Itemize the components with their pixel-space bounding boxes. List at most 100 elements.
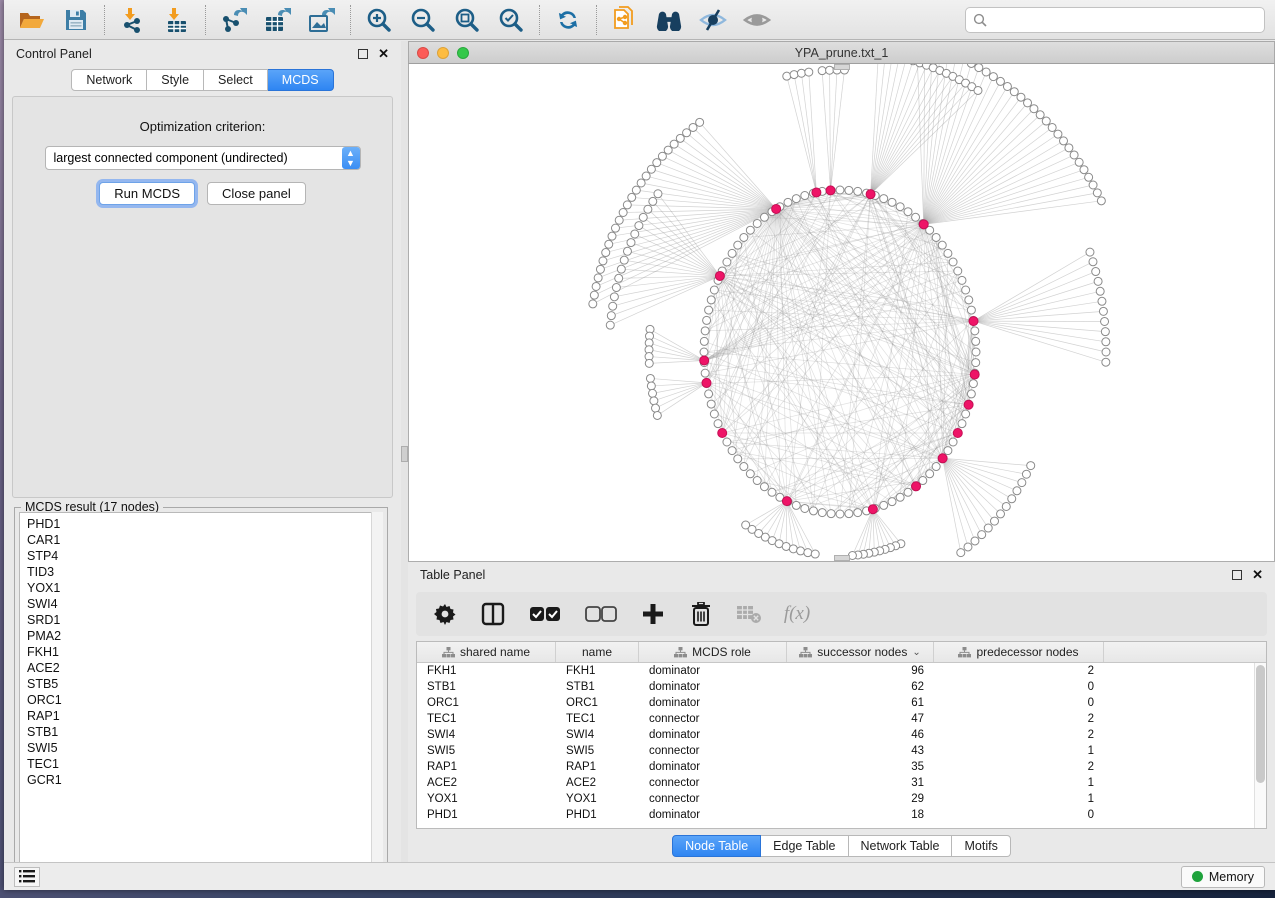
table-cell[interactable]: TEC1 bbox=[417, 713, 556, 725]
table-cell[interactable]: 2 bbox=[934, 729, 1104, 741]
network-node[interactable] bbox=[635, 222, 643, 230]
mcds-result-item[interactable]: PHD1 bbox=[27, 516, 382, 532]
tab-network[interactable]: Network bbox=[71, 69, 147, 91]
network-node[interactable] bbox=[845, 510, 853, 518]
mcds-hub-node[interactable] bbox=[866, 190, 875, 199]
table-cell[interactable]: 2 bbox=[934, 665, 1104, 677]
network-node[interactable] bbox=[1093, 189, 1101, 197]
network-node[interactable] bbox=[790, 71, 798, 79]
network-node[interactable] bbox=[608, 232, 616, 240]
network-node[interactable] bbox=[982, 68, 990, 76]
network-node[interactable] bbox=[904, 488, 912, 496]
network-node[interactable] bbox=[649, 389, 657, 397]
select-all-rows-icon[interactable] bbox=[528, 601, 562, 627]
network-node[interactable] bbox=[710, 410, 718, 418]
network-node[interactable] bbox=[1089, 258, 1097, 266]
network-node[interactable] bbox=[1030, 105, 1038, 113]
network-node[interactable] bbox=[967, 64, 975, 67]
network-node[interactable] bbox=[971, 327, 979, 335]
network-node[interactable] bbox=[599, 257, 607, 265]
network-node[interactable] bbox=[801, 504, 809, 512]
network-node[interactable] bbox=[609, 302, 617, 310]
network-node[interactable] bbox=[1099, 307, 1107, 315]
tab-motifs[interactable]: Motifs bbox=[952, 835, 1010, 857]
network-node[interactable] bbox=[607, 312, 615, 320]
table-cell[interactable]: connector bbox=[639, 745, 787, 757]
network-node[interactable] bbox=[818, 67, 826, 75]
tab-select[interactable]: Select bbox=[204, 69, 268, 91]
network-node[interactable] bbox=[1075, 158, 1083, 166]
network-node[interactable] bbox=[615, 274, 623, 282]
network-node[interactable] bbox=[984, 524, 992, 532]
table-cell[interactable]: TEC1 bbox=[556, 713, 639, 725]
mcds-result-item[interactable]: STP4 bbox=[27, 548, 382, 564]
table-cell[interactable]: dominator bbox=[639, 761, 787, 773]
mcds-hub-node[interactable] bbox=[715, 271, 724, 280]
import-table-icon[interactable] bbox=[163, 6, 191, 34]
network-node[interactable] bbox=[854, 187, 862, 195]
network-node[interactable] bbox=[1027, 462, 1035, 470]
close-panel-button[interactable]: Close panel bbox=[207, 182, 306, 205]
table-cell[interactable]: ACE2 bbox=[556, 777, 639, 789]
bottom-splitter-grip[interactable] bbox=[834, 555, 850, 561]
network-node[interactable] bbox=[753, 219, 761, 227]
save-session-icon[interactable] bbox=[62, 6, 90, 34]
network-node[interactable] bbox=[1048, 123, 1056, 131]
network-node[interactable] bbox=[658, 152, 666, 160]
network-node[interactable] bbox=[606, 321, 614, 329]
network-node[interactable] bbox=[1065, 144, 1073, 152]
network-node[interactable] bbox=[972, 359, 980, 367]
network-node[interactable] bbox=[944, 447, 952, 455]
table-row[interactable]: TEC1TEC1connector472 bbox=[417, 711, 1266, 727]
mcds-result-item[interactable]: PMA2 bbox=[27, 628, 382, 644]
network-node[interactable] bbox=[1024, 99, 1032, 107]
network-node[interactable] bbox=[1092, 268, 1100, 276]
network-node[interactable] bbox=[997, 510, 1005, 518]
network-node[interactable] bbox=[836, 186, 844, 194]
tab-edge-table[interactable]: Edge Table bbox=[761, 835, 848, 857]
network-node[interactable] bbox=[707, 400, 715, 408]
table-cell[interactable]: 46 bbox=[787, 729, 934, 741]
network-node[interactable] bbox=[972, 348, 980, 356]
network-node[interactable] bbox=[932, 463, 940, 471]
network-node[interactable] bbox=[1054, 130, 1062, 138]
table-row[interactable]: PHD1PHD1dominator180 bbox=[417, 807, 1266, 823]
network-node[interactable] bbox=[632, 186, 640, 194]
table-row[interactable]: RAP1RAP1dominator352 bbox=[417, 759, 1266, 775]
table-cell[interactable]: PHD1 bbox=[417, 809, 556, 821]
network-node[interactable] bbox=[642, 172, 650, 180]
table-cell[interactable]: STB1 bbox=[556, 681, 639, 693]
network-node[interactable] bbox=[768, 488, 776, 496]
export-network-icon[interactable] bbox=[220, 6, 248, 34]
table-cell[interactable]: RAP1 bbox=[556, 761, 639, 773]
table-cell[interactable]: ACE2 bbox=[417, 777, 556, 789]
table-cell[interactable]: connector bbox=[639, 793, 787, 805]
network-node[interactable] bbox=[792, 501, 800, 509]
network-node[interactable] bbox=[1036, 111, 1044, 119]
network-node[interactable] bbox=[880, 195, 888, 203]
splitter-grip[interactable] bbox=[401, 446, 408, 462]
mcds-result-item[interactable]: SWI4 bbox=[27, 596, 382, 612]
table-row[interactable]: STB1STB1dominator620 bbox=[417, 679, 1266, 695]
network-node[interactable] bbox=[645, 359, 653, 367]
mcds-result-item[interactable]: ORC1 bbox=[27, 692, 382, 708]
network-node[interactable] bbox=[926, 470, 934, 478]
network-node[interactable] bbox=[896, 203, 904, 211]
tab-network-table[interactable]: Network Table bbox=[849, 835, 953, 857]
network-node[interactable] bbox=[854, 509, 862, 517]
network-node[interactable] bbox=[611, 224, 619, 232]
network-node[interactable] bbox=[653, 411, 661, 419]
table-scrollbar[interactable] bbox=[1254, 663, 1266, 828]
network-node[interactable] bbox=[965, 296, 973, 304]
network-node[interactable] bbox=[949, 438, 957, 446]
table-cell[interactable]: 18 bbox=[787, 809, 934, 821]
table-cell[interactable]: dominator bbox=[639, 681, 787, 693]
network-node[interactable] bbox=[1022, 470, 1030, 478]
mcds-hub-node[interactable] bbox=[912, 482, 921, 491]
tab-node-table[interactable]: Node Table bbox=[672, 835, 761, 857]
network-node[interactable] bbox=[700, 348, 708, 356]
network-node[interactable] bbox=[938, 241, 946, 249]
network-node[interactable] bbox=[818, 509, 826, 517]
network-node[interactable] bbox=[589, 300, 597, 308]
network-node[interactable] bbox=[723, 438, 731, 446]
